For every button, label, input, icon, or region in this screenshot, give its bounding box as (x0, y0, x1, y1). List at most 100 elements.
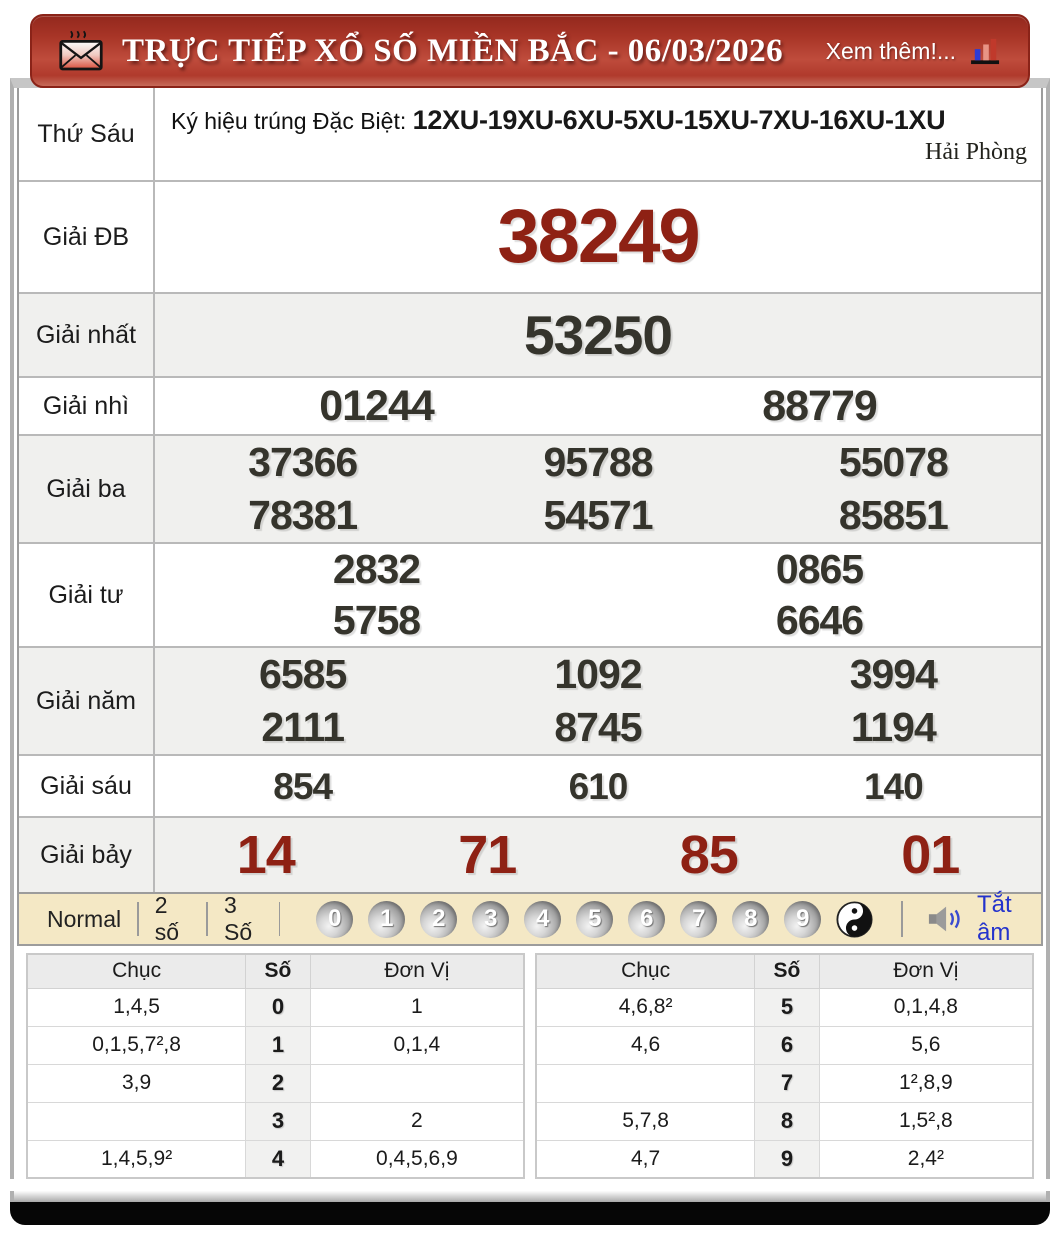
prize-number: 55078 (838, 439, 949, 485)
summary-cell: 3,9 (26, 1063, 247, 1103)
summary-digit: 3 (245, 1101, 311, 1141)
summary-cell: 0,4,5,6,9 (309, 1139, 525, 1179)
prize-number: 85 (679, 825, 739, 885)
prize-numbers: 854 610 140 (155, 756, 1041, 816)
widget-bottom-edge (10, 1191, 1050, 1202)
lottery-widget: TRỰC TIẾP XỔ SỐ MIỀN BẮC - 06/03/2026 Xe… (10, 14, 1050, 1225)
mode-3so-button[interactable]: 3 Số (216, 892, 271, 946)
prize-number: 88779 (762, 381, 878, 430)
summary-cell: 1,5²,8 (818, 1101, 1034, 1141)
prize-number: 6585 (259, 651, 347, 697)
page-title: TRỰC TIẾP XỔ SỐ MIỀN BẮC - 06/03/2026 (122, 32, 784, 69)
results-frame: Thứ Sáu Ký hiệu trúng Đặc Biệt: 12XU-19X… (10, 78, 1050, 1179)
prize-number: 54571 (543, 492, 653, 538)
divider (206, 902, 208, 936)
summary-row: 4,7 9 2,4² (535, 1139, 1034, 1179)
bar-chart-icon[interactable] (970, 37, 1002, 65)
summary-cell (309, 1063, 525, 1103)
digit-ball-7[interactable]: 7 (680, 900, 718, 938)
summary-header: Đơn Vị (818, 953, 1034, 989)
summary-cell: 4,6 (535, 1025, 756, 1065)
summary-cell: 5,7,8 (535, 1101, 756, 1141)
summary-digit: 6 (754, 1025, 820, 1065)
summary-header: Đơn Vị (309, 953, 525, 989)
summary-cell: 1²,8,9 (818, 1063, 1034, 1103)
prize-label: Giải ba (19, 436, 155, 542)
prize-number: 78381 (248, 492, 358, 538)
prize-number: 53250 (524, 303, 673, 366)
prize-row-sixth: Giải sáu 854 610 140 (19, 754, 1041, 816)
prize-number: 01 (901, 825, 960, 885)
prize-number: 610 (568, 765, 629, 807)
summary-header: Số (245, 953, 311, 989)
prize-number: 0865 (775, 546, 864, 592)
prize-label: Giải tư (19, 544, 155, 646)
summary-cell: 1,4,5 (26, 987, 247, 1027)
prize-numbers: 14 71 85 01 (155, 818, 1041, 892)
controls-bar: Normal 2 số 3 Số 0123456789 Tắt âm (17, 891, 1043, 947)
summary-digit: 9 (754, 1139, 820, 1179)
prize-numbers: 37366 95788 55078 78381 54571 85851 (155, 436, 1041, 542)
mode-normal-button[interactable]: Normal (39, 906, 129, 933)
prize-label: Giải bảy (19, 818, 155, 892)
digit-ball-8[interactable]: 8 (732, 900, 770, 938)
mute-button[interactable]: Tắt âm (927, 891, 1029, 947)
summary-row: 1,4,5,9² 4 0,4,5,6,9 (26, 1139, 525, 1179)
province-label: Hải Phòng (925, 139, 1027, 166)
prize-number: 2111 (261, 704, 345, 750)
mode-2so-button[interactable]: 2 số (147, 892, 199, 946)
divider (901, 901, 903, 937)
speaker-icon (927, 904, 969, 934)
summary-cell: 2 (309, 1101, 525, 1141)
summary-digit: 1 (245, 1025, 311, 1065)
summary-digit: 8 (754, 1101, 820, 1141)
yin-yang-ball[interactable] (836, 900, 873, 938)
summary-cell (26, 1101, 247, 1141)
prize-number: 85851 (838, 492, 949, 538)
header-bar: TRỰC TIẾP XỔ SỐ MIỀN BẮC - 06/03/2026 Xe… (30, 14, 1030, 88)
prize-number: 8745 (554, 704, 642, 750)
mute-label: Tắt âm (976, 891, 1012, 946)
prize-row-fourth: Giải tư 2832 0865 5758 6646 (19, 542, 1041, 646)
prize-number: 38249 (497, 194, 700, 279)
prize-row-db: Giải ĐB 38249 (19, 180, 1041, 292)
prize-number: 37366 (248, 439, 358, 485)
digit-ball-9[interactable]: 9 (784, 900, 822, 938)
digit-ball-5[interactable]: 5 (576, 900, 614, 938)
prize-numbers: 6585 1092 3994 2111 8745 1194 (155, 648, 1041, 754)
prize-label: Giải ĐB (19, 182, 155, 292)
digit-ball-2[interactable]: 2 (420, 900, 458, 938)
prize-numbers: 01244 88779 (155, 378, 1041, 434)
summary-area: Chục Số Đơn Vị 1,4,5 0 1 0,1,5,7²,8 1 0,1,4 3,9 2 3… (26, 953, 1034, 1179)
summary-digit: 4 (245, 1139, 311, 1179)
prize-number: 95788 (543, 439, 653, 485)
day-label: Thứ Sáu (19, 88, 155, 180)
digit-ball-6[interactable]: 6 (628, 900, 666, 938)
summary-cell: 5,6 (818, 1025, 1034, 1065)
digit-ball-4[interactable]: 4 (524, 900, 562, 938)
summary-digit: 0 (245, 987, 311, 1027)
summary-table-left: Chục Số Đơn Vị 1,4,5 0 1 0,1,5,7²,8 1 0,1,4 3,9 2 3… (26, 953, 525, 1179)
divider (137, 902, 139, 936)
summary-header: Số (754, 953, 820, 989)
prize-number: 3994 (849, 651, 938, 697)
prize-label: Giải sáu (19, 756, 155, 816)
prize-table-body: Giải ĐB 38249 Giải nhất 53250 Giải nhì 01244 8… (19, 180, 1041, 892)
digit-ball-1[interactable]: 1 (368, 900, 406, 938)
see-more-link[interactable]: Xem thêm!... (826, 38, 956, 65)
day-row: Thứ Sáu Ký hiệu trúng Đặc Biệt: 12XU-19X… (19, 88, 1041, 180)
summary-header: Chục (535, 953, 756, 989)
prize-row-third: Giải ba 37366 95788 55078 78381 54571 85851 (19, 434, 1041, 542)
digit-ball-0[interactable]: 0 (316, 900, 354, 938)
prize-row-second: Giải nhì 01244 88779 (19, 376, 1041, 434)
digit-balls: 0123456789 (316, 900, 822, 938)
prize-number: 1194 (850, 704, 937, 750)
summary-left-body: Chục Số Đơn Vị 1,4,5 0 1 0,1,5,7²,8 1 0,1,4 3,9 2 3… (26, 953, 525, 1179)
prize-numbers: 38249 (155, 182, 1041, 292)
prize-number: 854 (273, 765, 333, 807)
summary-right-body: Chục Số Đơn Vị 4,6,8² 5 0,1,4,8 4,6 6 5,6 7 1²,8,9… (535, 953, 1034, 1179)
special-sign-codes: 12XU-19XU-6XU-5XU-15XU-7XU-16XU-1XU (412, 105, 946, 135)
summary-row: 4,6 6 5,6 (535, 1025, 1034, 1065)
prize-number: 2832 (332, 546, 421, 592)
digit-ball-3[interactable]: 3 (472, 900, 510, 938)
